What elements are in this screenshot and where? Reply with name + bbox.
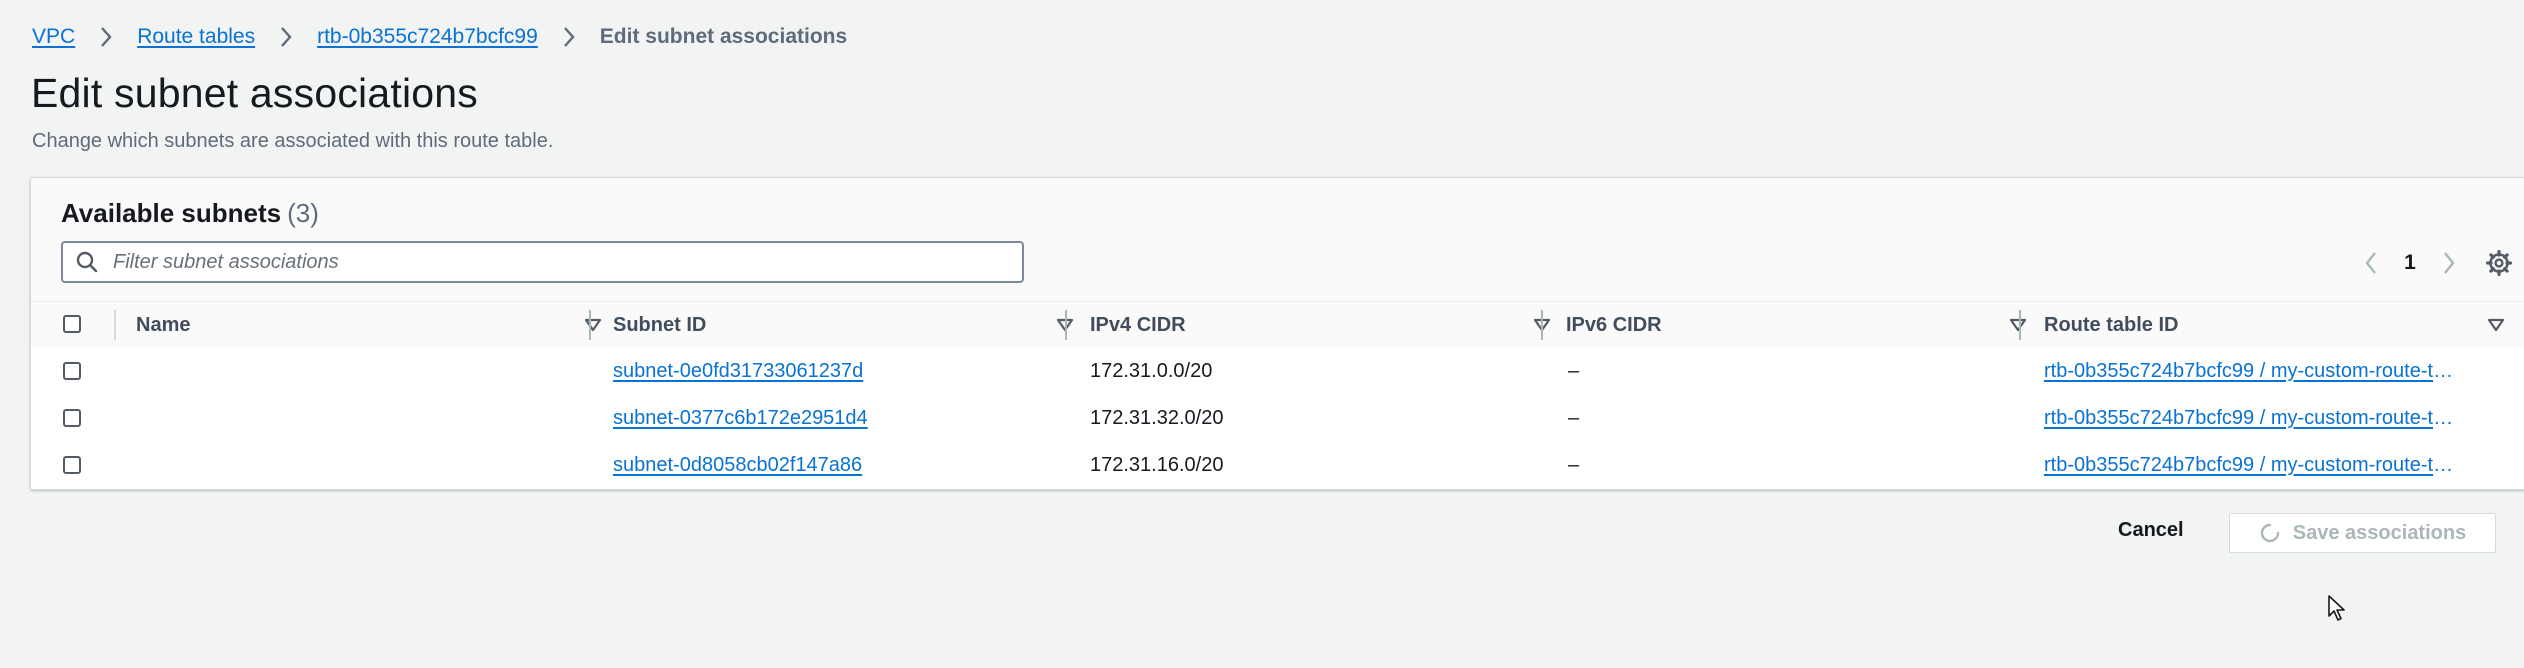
chevron-right-icon bbox=[271, 22, 301, 52]
column-header-route-table-id[interactable]: Route table ID bbox=[2044, 302, 2505, 348]
cell-ipv6-cidr: – bbox=[1568, 407, 1580, 429]
row-select-checkbox[interactable] bbox=[63, 409, 81, 427]
cell-subnet-id: subnet-0d8058cb02f147a86 bbox=[613, 442, 862, 489]
cell-subnet-id: subnet-0377c6b172e2951d4 bbox=[613, 395, 868, 442]
table-row: subnet-0e0fd31733061237d 172.31.0.0/20 –… bbox=[31, 348, 2524, 396]
gear-icon[interactable] bbox=[2484, 248, 2514, 278]
cell-subnet-id: subnet-0e0fd31733061237d bbox=[613, 348, 863, 395]
save-associations-label: Save associations bbox=[2292, 521, 2467, 544]
panel-title: Available subnets (3) bbox=[61, 198, 319, 229]
breadcrumb-route-tables-link[interactable]: Route tables bbox=[137, 25, 255, 49]
column-separator[interactable] bbox=[1541, 310, 1543, 340]
cell-ipv6-cidr: – bbox=[1568, 454, 1580, 476]
subnet-id-link[interactable]: subnet-0d8058cb02f147a86 bbox=[613, 454, 862, 477]
cell-route-table-id: rtb-0b355c724b7bcfc99 / my-custom-route-… bbox=[2044, 442, 2464, 489]
row-select-checkbox[interactable] bbox=[63, 456, 81, 474]
next-page-button[interactable] bbox=[2432, 246, 2466, 280]
cancel-button[interactable]: Cancel bbox=[2118, 519, 2184, 542]
route-table-id-link[interactable]: rtb-0b355c724b7bcfc99 / my-custom-route-… bbox=[2044, 407, 2464, 430]
cell-route-table-id: rtb-0b355c724b7bcfc99 / my-custom-route-… bbox=[2044, 395, 2464, 442]
table-row: subnet-0377c6b172e2951d4 172.31.32.0/20 … bbox=[31, 395, 2524, 443]
column-header-label: IPv4 CIDR bbox=[1090, 313, 1186, 336]
column-separator[interactable] bbox=[1065, 310, 1067, 340]
select-all-checkbox[interactable] bbox=[63, 315, 81, 333]
breadcrumb-route-table-link[interactable]: rtb-0b355c724b7bcfc99 bbox=[317, 25, 538, 49]
mouse-cursor-icon bbox=[2328, 595, 2345, 621]
column-separator[interactable] bbox=[589, 310, 591, 340]
row-select-checkbox[interactable] bbox=[63, 362, 81, 380]
filter-subnet-input[interactable] bbox=[111, 249, 995, 275]
cell-ipv6-cidr: – bbox=[1568, 360, 1580, 382]
breadcrumb: VPC Route tables rtb-0b355c724b7bcfc99 E… bbox=[32, 22, 847, 52]
subnet-id-link[interactable]: subnet-0e0fd31733061237d bbox=[613, 360, 863, 383]
page-number[interactable]: 1 bbox=[2388, 251, 2432, 275]
panel-title-text: Available subnets bbox=[61, 198, 282, 228]
column-separator[interactable] bbox=[2019, 310, 2021, 340]
cell-ipv4-cidr: 172.31.32.0/20 bbox=[1090, 407, 1224, 429]
cell-route-table-id: rtb-0b355c724b7bcfc99 / my-custom-route-… bbox=[2044, 348, 2464, 395]
previous-page-button[interactable] bbox=[2354, 246, 2388, 280]
subnet-count: (3) bbox=[287, 198, 319, 228]
chevron-right-icon bbox=[91, 22, 121, 52]
spinner-icon bbox=[2259, 522, 2281, 544]
subnet-id-link[interactable]: subnet-0377c6b172e2951d4 bbox=[613, 407, 868, 430]
route-table-id-link[interactable]: rtb-0b355c724b7bcfc99 / my-custom-route-… bbox=[2044, 360, 2464, 383]
breadcrumb-vpc-link[interactable]: VPC bbox=[32, 25, 75, 49]
column-separator bbox=[114, 310, 116, 340]
cell-ipv4-cidr: 172.31.16.0/20 bbox=[1090, 454, 1224, 476]
table-row: subnet-0d8058cb02f147a86 172.31.16.0/20 … bbox=[31, 442, 2524, 489]
column-header-name[interactable]: Name bbox=[136, 302, 606, 348]
caret-down-icon bbox=[584, 318, 602, 332]
caret-down-icon bbox=[2487, 318, 2505, 332]
table-header: Name Subnet ID IPv4 CIDR IPv6 CIDR Route… bbox=[31, 301, 2524, 349]
page-title: Edit subnet associations bbox=[31, 70, 478, 116]
chevron-right-icon bbox=[554, 22, 584, 52]
column-header-label: Subnet ID bbox=[613, 313, 707, 336]
available-subnets-panel: Available subnets(3) 1 Name bbox=[30, 177, 2524, 490]
page-description: Change which subnets are associated with… bbox=[32, 130, 554, 152]
caret-down-icon bbox=[2009, 318, 2027, 332]
column-header-label: Route table ID bbox=[2044, 313, 2179, 336]
column-header-label: IPv6 CIDR bbox=[1566, 313, 1662, 336]
pagination: 1 bbox=[2354, 246, 2466, 280]
column-header-subnet-id[interactable]: Subnet ID bbox=[613, 302, 1074, 348]
save-associations-button[interactable]: Save associations bbox=[2229, 513, 2496, 553]
search-icon bbox=[75, 250, 99, 274]
column-header-ipv4-cidr[interactable]: IPv4 CIDR bbox=[1090, 302, 1551, 348]
breadcrumb-current: Edit subnet associations bbox=[599, 25, 848, 48]
filter-box bbox=[61, 241, 1024, 283]
route-table-id-link[interactable]: rtb-0b355c724b7bcfc99 / my-custom-route-… bbox=[2044, 454, 2464, 477]
cell-ipv4-cidr: 172.31.0.0/20 bbox=[1090, 360, 1213, 382]
column-header-ipv6-cidr[interactable]: IPv6 CIDR bbox=[1566, 302, 2027, 348]
column-header-label: Name bbox=[136, 313, 191, 336]
